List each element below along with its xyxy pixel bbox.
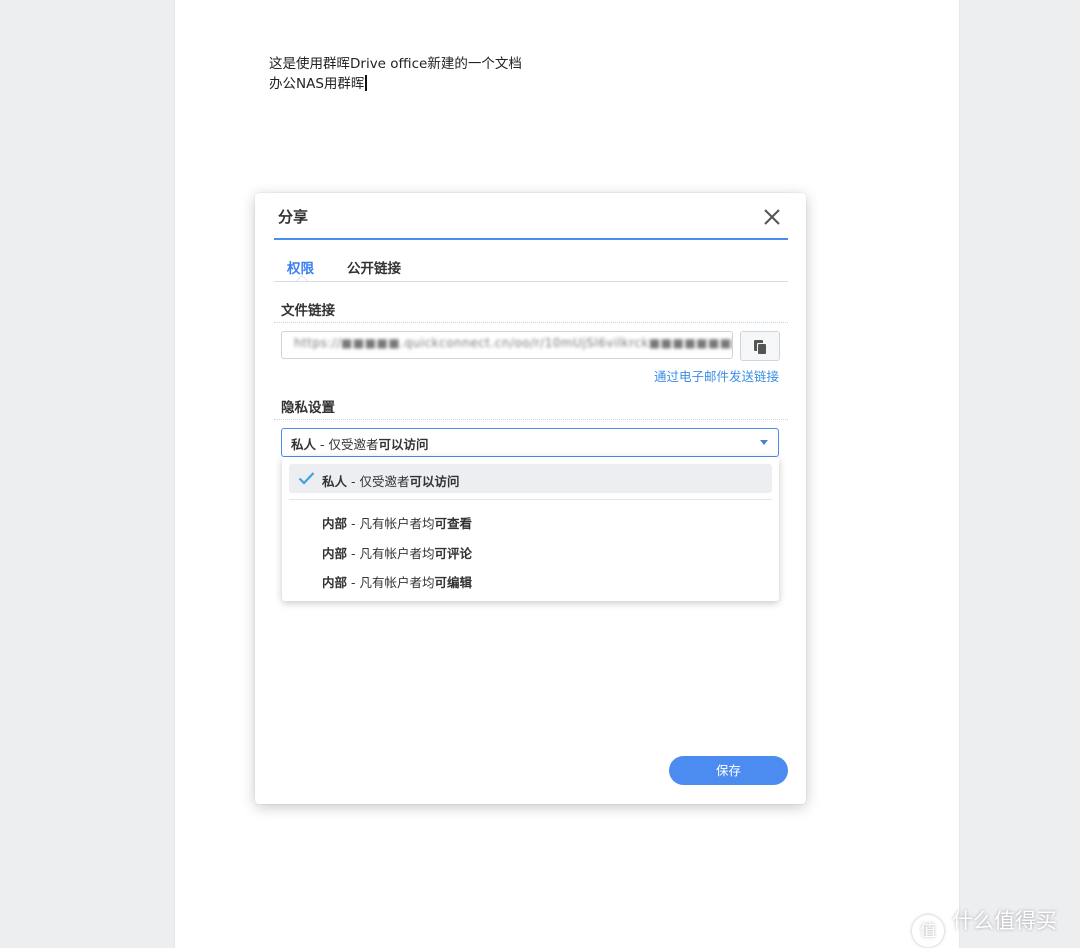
- dialog-title: 分享: [278, 208, 309, 226]
- option-suffix: 可以访问: [409, 474, 460, 489]
- option-label: 私人 - 仅受邀者可以访问: [322, 471, 460, 490]
- watermark-logo: 值: [912, 915, 944, 947]
- tab-bar: 权限 公开链接: [274, 253, 788, 282]
- privacy-option-internal-view[interactable]: 内部 - 凡有帐户者均可查看: [289, 506, 772, 535]
- privacy-divider: [274, 419, 788, 420]
- option-prefix: 内部: [322, 516, 348, 531]
- option-middle: - 凡有帐户者均: [347, 546, 435, 561]
- file-link-value: https://■■■■■.quickconnect.cn/oo/r/10mUj…: [294, 336, 732, 350]
- privacy-select-value: 私人 - 仅受邀者可以访问: [291, 434, 429, 453]
- option-prefix: 私人: [322, 474, 348, 489]
- option-label: 内部 - 凡有帐户者均可查看: [322, 513, 472, 532]
- document-line-2-text: 办公NAS用群晖: [269, 76, 365, 92]
- check-icon: [298, 472, 315, 485]
- title-divider: [274, 238, 788, 240]
- option-middle: - 凡有帐户者均: [347, 516, 435, 531]
- option-label: 内部 - 凡有帐户者均可编辑: [322, 572, 472, 591]
- share-dialog: 分享 权限 公开链接 文件链接 https://■■■■■.quickconne…: [255, 193, 806, 804]
- privacy-option-internal-comment[interactable]: 内部 - 凡有帐户者均可评论: [289, 536, 772, 565]
- document-body[interactable]: 这是使用群晖Drive office新建的一个文档 办公NAS用群晖: [269, 54, 522, 94]
- privacy-option-internal-edit[interactable]: 内部 - 凡有帐户者均可编辑: [289, 565, 772, 594]
- file-link-input[interactable]: https://■■■■■.quickconnect.cn/oo/r/10mUj…: [281, 331, 733, 359]
- tab-permissions[interactable]: 权限: [287, 257, 314, 277]
- copy-icon: [754, 340, 766, 354]
- privacy-dropdown-menu: 私人 - 仅受邀者可以访问 内部 - 凡有帐户者均可查看 内部 - 凡有帐户者均…: [282, 457, 779, 601]
- option-suffix: 可查看: [434, 516, 472, 531]
- option-suffix: 可编辑: [434, 575, 472, 590]
- document-line-1: 这是使用群晖Drive office新建的一个文档: [269, 56, 522, 72]
- close-button[interactable]: [761, 206, 783, 228]
- option-label: 内部 - 凡有帐户者均可评论: [322, 543, 472, 562]
- file-link-label: 文件链接: [281, 303, 335, 319]
- active-tab-indicator: [296, 275, 308, 281]
- privacy-settings-label: 隐私设置: [281, 400, 335, 416]
- dropdown-divider: [289, 499, 772, 500]
- option-prefix: 内部: [322, 575, 348, 590]
- watermark-text: 什么值得买: [952, 909, 1057, 933]
- option-middle: - 凡有帐户者均: [347, 575, 435, 590]
- email-link[interactable]: 通过电子邮件发送链接: [654, 366, 779, 385]
- option-suffix: 可评论: [434, 546, 472, 561]
- close-icon: [764, 209, 780, 225]
- option-prefix: 内部: [322, 546, 348, 561]
- tab-public-link[interactable]: 公开链接: [347, 257, 401, 277]
- copy-link-button[interactable]: [740, 331, 780, 361]
- selected-prefix: 私人: [291, 437, 317, 452]
- chevron-down-icon: [760, 440, 768, 445]
- file-link-divider: [274, 322, 788, 323]
- privacy-select[interactable]: 私人 - 仅受邀者可以访问: [281, 428, 779, 457]
- text-caret: [365, 75, 367, 91]
- selected-suffix: 可以访问: [378, 437, 429, 452]
- document-line-2: 办公NAS用群晖: [269, 74, 522, 94]
- watermark: 值什么值得买: [912, 905, 1057, 947]
- selected-middle: - 仅受邀者: [316, 437, 379, 452]
- privacy-option-private[interactable]: 私人 - 仅受邀者可以访问: [289, 464, 772, 493]
- save-button[interactable]: 保存: [669, 756, 788, 785]
- option-middle: - 仅受邀者: [347, 474, 410, 489]
